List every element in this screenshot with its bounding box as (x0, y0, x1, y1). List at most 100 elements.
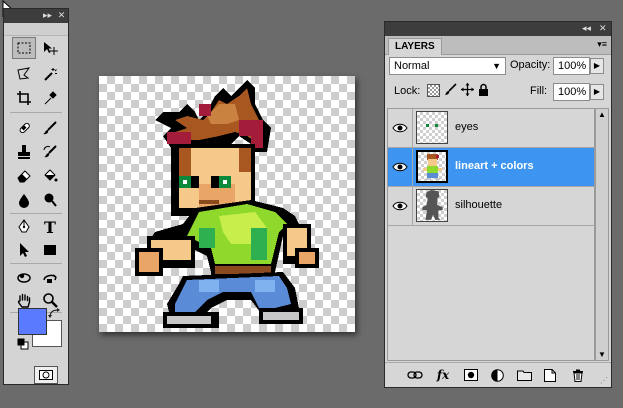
brush-tool[interactable] (38, 117, 62, 139)
pen-tool[interactable] (12, 216, 36, 238)
eraser-icon (17, 170, 31, 183)
layers-footer: fx ⋰ (385, 362, 611, 387)
blur-tool[interactable] (12, 189, 36, 211)
visibility-eye-icon[interactable] (388, 187, 413, 225)
eyedropper-icon (44, 91, 57, 105)
brush-icon (43, 121, 57, 135)
3d-rotate-icon (17, 273, 31, 283)
rectangle-shape-icon (44, 245, 56, 255)
layers-scrollbar[interactable]: ▲ ▼ (595, 108, 609, 361)
swap-colors-icon[interactable] (48, 307, 62, 319)
layer-row-silhouette[interactable]: silhouette (388, 187, 594, 226)
lasso-tool[interactable] (12, 63, 36, 85)
layer-thumbnail (416, 111, 448, 144)
lock-position-icon[interactable] (461, 83, 474, 96)
panel-tab-bar: LAYERS ▾≡ (385, 36, 611, 55)
opacity-slider-button[interactable]: ▶ (590, 58, 604, 74)
fx-icon[interactable]: fx (435, 368, 451, 382)
layer-row-lineart-colors[interactable]: lineart + colors (388, 148, 594, 187)
3d-rotate-tool[interactable] (12, 267, 36, 289)
collapse-panel-icon[interactable]: ◂◂ (582, 23, 591, 34)
3d-orbit-tool[interactable] (38, 267, 62, 289)
tools-separator (10, 213, 62, 214)
layer-name: lineart + colors (455, 160, 534, 172)
dodge-tool[interactable] (38, 189, 62, 211)
tools-panel: ▸▸ ✕ T (3, 8, 69, 385)
adjustment-layer-icon[interactable] (489, 368, 505, 382)
magic-wand-icon (44, 68, 57, 81)
eyedropper-tool[interactable] (38, 87, 62, 109)
quick-mask-button[interactable] (34, 366, 58, 384)
layer-name: eyes (455, 121, 479, 133)
fill-field[interactable]: 100% (553, 83, 590, 101)
layer-thumbnail (416, 150, 448, 183)
layer-name: silhouette (455, 199, 503, 211)
layers-panel-header[interactable]: ◂◂ ✕ (385, 22, 611, 36)
scroll-up-icon[interactable]: ▲ (598, 110, 606, 119)
layer-mask-icon[interactable] (463, 368, 479, 382)
rectangular-marquee-tool[interactable] (12, 37, 36, 59)
lock-all-icon[interactable] (478, 83, 489, 96)
magic-wand-tool[interactable] (38, 63, 62, 85)
panel-grip[interactable] (4, 23, 68, 36)
new-group-icon[interactable] (516, 368, 532, 382)
tools-separator (10, 263, 62, 264)
tab-layers[interactable]: LAYERS (388, 38, 442, 55)
dodge-icon (44, 193, 57, 207)
type-tool[interactable]: T (38, 216, 62, 238)
zoom-icon (43, 293, 58, 308)
resize-grip-icon[interactable]: ⋰ (600, 376, 608, 385)
rectangle-shape-tool[interactable] (38, 239, 62, 261)
opacity-label: Opacity: (510, 59, 551, 71)
eraser-tool[interactable] (12, 165, 36, 187)
default-colors-icon[interactable] (17, 338, 29, 350)
paint-bucket-icon (44, 169, 58, 182)
opacity-field[interactable]: 100% (553, 57, 590, 75)
healing-brush-tool[interactable] (12, 117, 36, 139)
layers-list: eyes lineart + colors silhouette (387, 108, 595, 361)
pixel-art-character (135, 80, 319, 328)
layer-row-eyes[interactable]: eyes (388, 109, 594, 148)
clone-stamp-tool[interactable] (12, 141, 36, 163)
visibility-eye-icon[interactable] (388, 148, 413, 186)
history-brush-icon (43, 145, 57, 158)
lock-image-icon[interactable] (444, 83, 457, 96)
foreground-color-swatch[interactable] (18, 308, 47, 335)
new-layer-icon[interactable] (542, 368, 558, 382)
lock-transparent-icon[interactable] (427, 84, 440, 97)
type-icon: T (44, 217, 56, 237)
close-panel-icon[interactable]: ✕ (599, 23, 607, 34)
blur-icon (19, 194, 29, 208)
blend-mode-select[interactable]: Normal ▼ (389, 57, 506, 75)
layers-panel: ◂◂ ✕ LAYERS ▾≡ Normal ▼ Opacity: 100% ▶ … (384, 21, 612, 388)
move-icon (44, 42, 58, 55)
collapse-panel-icon[interactable]: ▸▸ (42, 10, 53, 21)
scroll-down-icon[interactable]: ▼ (598, 350, 606, 359)
fill-slider-button[interactable]: ▶ (590, 84, 604, 100)
move-tool[interactable] (38, 37, 62, 59)
link-layers-icon[interactable] (407, 368, 423, 382)
3d-orbit-icon (43, 274, 57, 283)
blend-mode-value: Normal (394, 60, 430, 72)
tools-panel-header[interactable]: ▸▸ ✕ (4, 9, 68, 23)
document-canvas[interactable] (99, 76, 355, 332)
layer-thumbnail (416, 189, 448, 222)
rectangular-marquee-icon (17, 42, 31, 54)
crop-icon (17, 91, 31, 105)
panel-menu-icon[interactable]: ▾≡ (597, 39, 607, 50)
delete-layer-icon[interactable] (570, 368, 586, 382)
chevron-down-icon: ▼ (492, 61, 501, 71)
history-brush-tool[interactable] (38, 141, 62, 163)
healing-brush-icon (19, 122, 30, 134)
path-selection-tool[interactable] (12, 239, 36, 261)
pen-icon (18, 219, 30, 233)
quick-mask-icon (39, 370, 53, 380)
visibility-eye-icon[interactable] (388, 109, 413, 147)
tools-separator (10, 112, 62, 113)
close-panel-icon[interactable]: ✕ (56, 10, 67, 21)
paint-bucket-tool[interactable] (38, 165, 62, 187)
crop-tool[interactable] (12, 87, 36, 109)
lock-label: Lock: (394, 85, 421, 97)
fill-label: Fill: (530, 85, 548, 97)
path-selection-icon (20, 243, 29, 257)
